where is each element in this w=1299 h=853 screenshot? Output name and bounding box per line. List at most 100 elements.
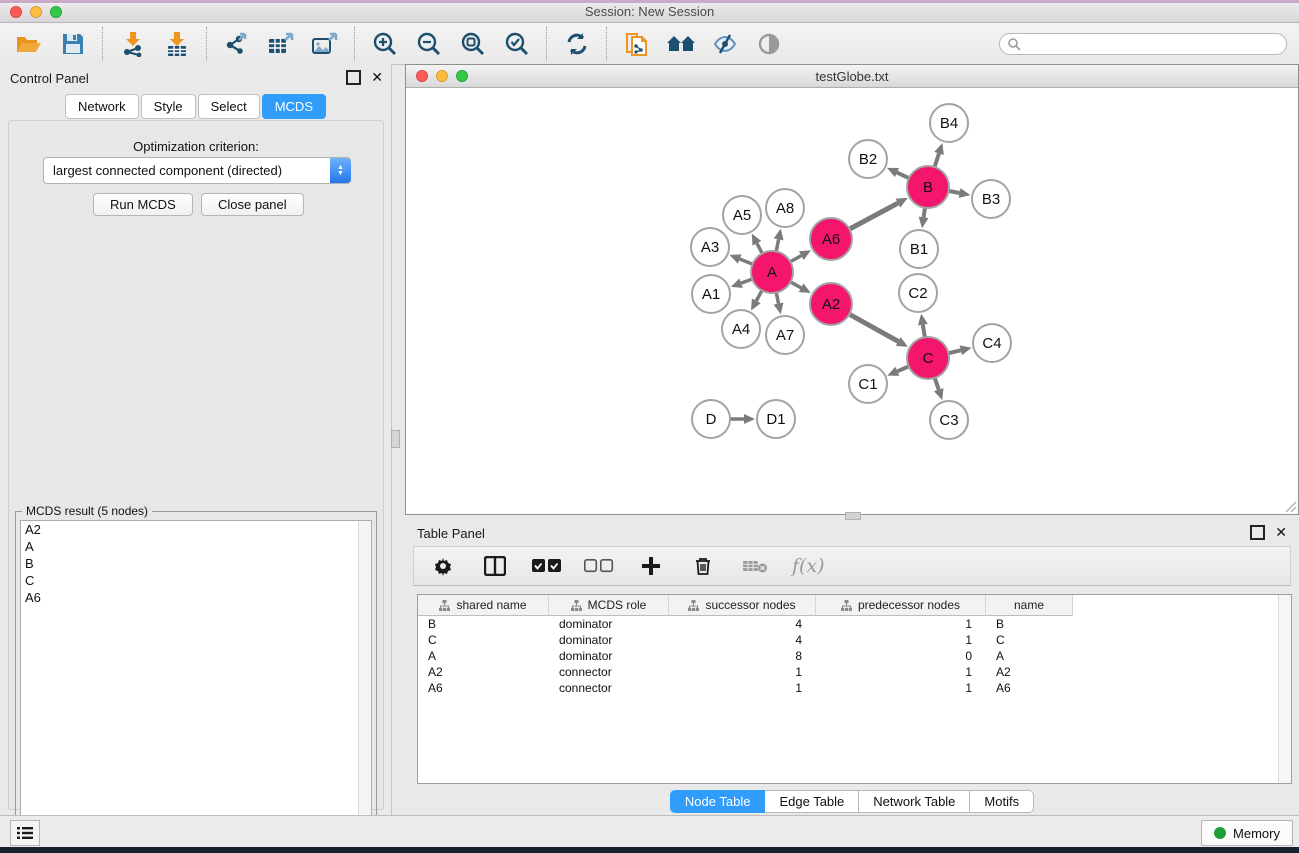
table-cell[interactable]: A xyxy=(986,649,1073,663)
mcds-result-list[interactable]: A2ABCA6 xyxy=(20,520,372,852)
deselect-all-icon[interactable] xyxy=(584,551,614,581)
resize-grip-icon[interactable] xyxy=(1283,499,1297,513)
split-divider-handle[interactable] xyxy=(845,512,861,520)
memory-button[interactable]: Memory xyxy=(1201,820,1293,846)
network-graph-canvas[interactable]: B4B2BB3B1A5A8A3A6AA1C2A2A4A7CC4C1C3DD1 xyxy=(406,88,1298,514)
table-cell[interactable]: dominator xyxy=(549,617,669,631)
table-cell[interactable]: 1 xyxy=(669,665,816,679)
import-table-icon[interactable] xyxy=(162,29,192,59)
tab-network[interactable]: Network xyxy=(65,94,139,119)
table-settings-icon[interactable] xyxy=(428,551,458,581)
column-header-predecessor-nodes[interactable]: predecessor nodes xyxy=(816,595,986,616)
zoom-in-icon[interactable] xyxy=(370,29,400,59)
select-all-icon[interactable] xyxy=(532,551,562,581)
column-header-name[interactable]: name xyxy=(986,595,1073,616)
arrowhead-icon xyxy=(744,414,755,424)
import-network-icon[interactable] xyxy=(118,29,148,59)
column-header-successor-nodes[interactable]: successor nodes xyxy=(669,595,816,616)
close-panel-icon[interactable]: ✕ xyxy=(371,72,383,83)
graph-node-label: B1 xyxy=(910,241,928,258)
optimization-criterion-select[interactable]: largest connected component (directed) ▲… xyxy=(43,157,351,184)
column-header-shared-name[interactable]: shared name xyxy=(418,595,549,616)
tab-edge-table[interactable]: Edge Table xyxy=(765,790,859,813)
table-cell[interactable]: A2 xyxy=(986,665,1073,679)
table-cell[interactable]: B xyxy=(418,617,549,631)
export-image-icon[interactable] xyxy=(310,29,340,59)
graph-node-label: D1 xyxy=(766,411,785,428)
result-list-item[interactable]: C xyxy=(21,572,371,589)
table-close-panel-icon[interactable]: ✕ xyxy=(1275,527,1287,538)
zoom-fit-icon[interactable] xyxy=(458,29,488,59)
tab-mcds[interactable]: MCDS xyxy=(262,94,326,119)
application-window: Session: New Session xyxy=(0,0,1299,853)
graph-node-label: B xyxy=(923,179,933,196)
control-panel-title: Control Panel xyxy=(10,71,89,86)
table-row[interactable]: Bdominator41B xyxy=(418,616,1291,632)
graph-node-label: D xyxy=(706,411,717,428)
show-graphics-details-icon[interactable] xyxy=(754,29,784,59)
table-scrollbar[interactable] xyxy=(1278,595,1291,783)
tab-node-table[interactable]: Node Table xyxy=(670,790,766,813)
run-mcds-button[interactable]: Run MCDS xyxy=(93,193,193,216)
table-cell[interactable]: 0 xyxy=(816,649,986,663)
table-cell[interactable]: A6 xyxy=(986,681,1073,695)
node-table[interactable]: shared nameMCDS rolesuccessor nodesprede… xyxy=(417,594,1292,784)
table-cell[interactable]: A2 xyxy=(418,665,549,679)
float-panel-icon[interactable] xyxy=(346,70,361,85)
add-column-icon[interactable] xyxy=(636,551,666,581)
table-row[interactable]: Cdominator41C xyxy=(418,632,1291,648)
table-toolbar: f(x) xyxy=(413,546,1291,586)
tab-style[interactable]: Style xyxy=(141,94,196,119)
graph-node-label: C4 xyxy=(982,335,1001,352)
result-list-item[interactable]: A2 xyxy=(21,521,371,538)
table-row[interactable]: Adominator80A xyxy=(418,648,1291,664)
result-list-scrollbar[interactable] xyxy=(358,521,371,851)
table-body: Bdominator41BCdominator41CAdominator80AA… xyxy=(418,616,1291,696)
save-session-icon[interactable] xyxy=(58,29,88,59)
table-cell[interactable]: C xyxy=(986,633,1073,647)
export-table-icon[interactable] xyxy=(266,29,296,59)
table-cell[interactable]: 4 xyxy=(669,633,816,647)
task-history-button[interactable] xyxy=(10,820,40,846)
network-window-titlebar: testGlobe.txt xyxy=(406,65,1298,88)
column-header-MCDS-role[interactable]: MCDS role xyxy=(549,595,669,616)
close-panel-button[interactable]: Close panel xyxy=(201,193,304,216)
table-cell[interactable]: 8 xyxy=(669,649,816,663)
table-row[interactable]: A6connector11A6 xyxy=(418,680,1291,696)
tab-select[interactable]: Select xyxy=(198,94,260,119)
search-input[interactable] xyxy=(999,33,1287,55)
table-cell[interactable]: 1 xyxy=(669,681,816,695)
table-cell[interactable]: 4 xyxy=(669,617,816,631)
table-cell[interactable]: 1 xyxy=(816,665,986,679)
table-row[interactable]: A2connector11A2 xyxy=(418,664,1291,680)
table-cell[interactable]: connector xyxy=(549,681,669,695)
panel-divider-handle[interactable] xyxy=(391,430,400,448)
table-cell[interactable]: B xyxy=(986,617,1073,631)
table-cell[interactable]: A xyxy=(418,649,549,663)
table-cell[interactable]: A6 xyxy=(418,681,549,695)
table-cell[interactable]: dominator xyxy=(549,633,669,647)
delete-table-icon xyxy=(740,551,770,581)
result-list-item[interactable]: A xyxy=(21,538,371,555)
table-cell[interactable]: connector xyxy=(549,665,669,679)
result-list-item[interactable]: B xyxy=(21,555,371,572)
hide-graphics-details-icon[interactable] xyxy=(710,29,740,59)
table-cell[interactable]: dominator xyxy=(549,649,669,663)
zoom-selected-icon[interactable] xyxy=(502,29,532,59)
table-cell[interactable]: 1 xyxy=(816,633,986,647)
refresh-icon[interactable] xyxy=(562,29,592,59)
table-cell[interactable]: 1 xyxy=(816,617,986,631)
table-float-panel-icon[interactable] xyxy=(1250,525,1265,540)
duplicate-network-icon[interactable] xyxy=(622,29,652,59)
delete-column-icon[interactable] xyxy=(688,551,718,581)
zoom-out-icon[interactable] xyxy=(414,29,444,59)
tab-motifs[interactable]: Motifs xyxy=(970,790,1034,813)
table-cell[interactable]: C xyxy=(418,633,549,647)
column-layout-icon[interactable] xyxy=(480,551,510,581)
result-list-item[interactable]: A6 xyxy=(21,589,371,606)
export-network-icon[interactable] xyxy=(222,29,252,59)
table-cell[interactable]: 1 xyxy=(816,681,986,695)
tab-network-table[interactable]: Network Table xyxy=(859,790,970,813)
open-session-icon[interactable] xyxy=(14,29,44,59)
home-layout-icon[interactable] xyxy=(666,29,696,59)
